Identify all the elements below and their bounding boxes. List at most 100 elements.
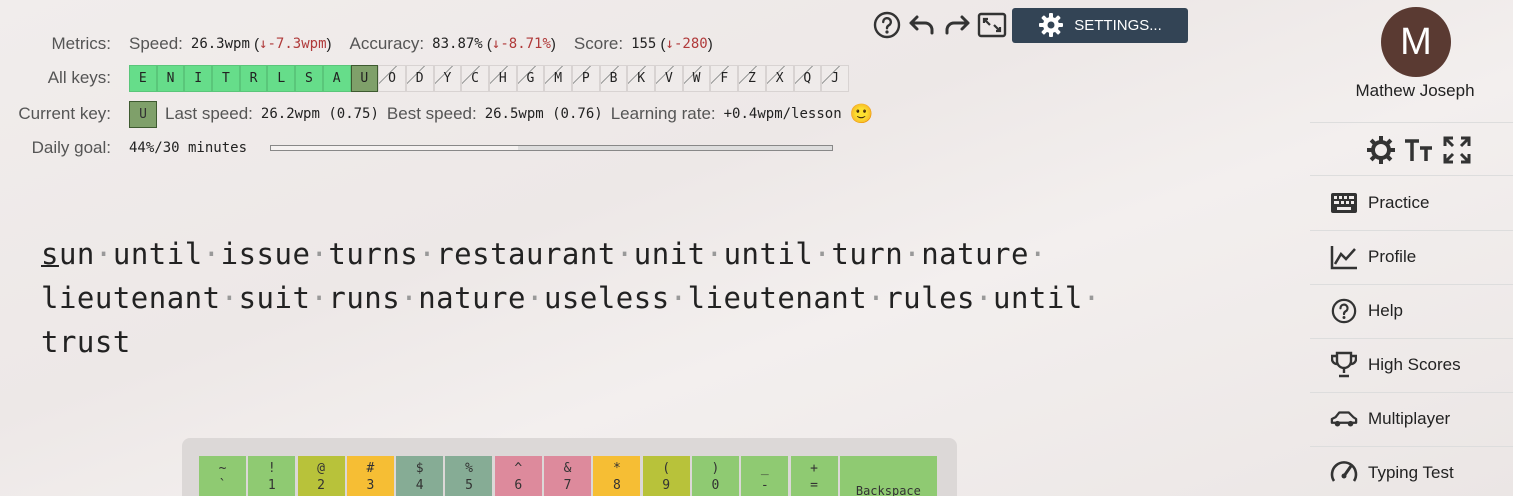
speed-metric: Speed: 26.3wpm (↓-7.3wpm) bbox=[129, 34, 332, 53]
key-symbol: - bbox=[760, 478, 769, 493]
space-marker: · bbox=[94, 237, 113, 271]
space-marker: · bbox=[525, 281, 544, 315]
key-m[interactable]: M bbox=[544, 64, 572, 92]
key-shift-symbol: ) bbox=[711, 461, 720, 476]
keyboard-key: $4 bbox=[396, 456, 444, 496]
lesson-word: turns bbox=[328, 237, 419, 271]
daily-goal-label: Daily goal: bbox=[31, 138, 111, 157]
all-keys-row: All keys: ENITRLSAUODYCHGMPBKVWFZXQJ bbox=[0, 64, 849, 92]
key-t[interactable]: T bbox=[212, 64, 240, 92]
nav-item-practice[interactable]: Practice bbox=[1310, 176, 1513, 230]
key-e[interactable]: E bbox=[129, 64, 157, 92]
key-symbol: 7 bbox=[563, 478, 572, 493]
lesson-word: suit bbox=[238, 281, 311, 315]
zoom-icon[interactable] bbox=[1441, 134, 1473, 166]
settings-button[interactable]: SETTINGS... bbox=[1012, 7, 1188, 43]
undo-icon[interactable] bbox=[905, 8, 939, 42]
key-d[interactable]: D bbox=[405, 64, 434, 92]
lesson-word: trust bbox=[41, 325, 131, 359]
nav-item-profile[interactable]: Profile bbox=[1310, 230, 1513, 284]
lesson-word: until bbox=[723, 237, 814, 271]
key-v[interactable]: V bbox=[655, 64, 683, 92]
current-key-row: Current key: U Last speed: 26.2wpm (0.75… bbox=[0, 100, 873, 128]
key-symbol: = bbox=[810, 478, 818, 493]
nav-item-high-scores[interactable]: High Scores bbox=[1310, 338, 1513, 392]
key-i[interactable]: I bbox=[184, 64, 213, 92]
gear-icon bbox=[1038, 12, 1064, 38]
metrics-label: Metrics: bbox=[51, 34, 112, 53]
key-f[interactable]: F bbox=[710, 64, 739, 92]
nav-item-help[interactable]: Help bbox=[1310, 284, 1513, 338]
space-marker: · bbox=[1082, 281, 1101, 315]
user-name[interactable]: Mathew Joseph bbox=[1310, 81, 1513, 101]
avatar[interactable]: M bbox=[1381, 7, 1451, 77]
speed-label: Speed: bbox=[129, 34, 183, 53]
space-marker: · bbox=[400, 281, 419, 315]
theme-icon[interactable] bbox=[1365, 134, 1397, 166]
lesson-word: issue bbox=[220, 237, 311, 271]
top-toolbar: SETTINGS... bbox=[870, 7, 1188, 43]
current-key-badge[interactable]: U bbox=[129, 100, 157, 128]
lesson-word: until bbox=[992, 281, 1083, 315]
key-n[interactable]: N bbox=[156, 64, 185, 92]
key-z[interactable]: Z bbox=[738, 64, 766, 92]
key-s[interactable]: S bbox=[295, 64, 323, 92]
keyboard-key: #3 bbox=[346, 456, 394, 496]
keyboard-key: ~ ` bbox=[199, 456, 246, 496]
key-shift-symbol: & bbox=[563, 461, 572, 476]
redo-icon[interactable] bbox=[940, 8, 974, 42]
divider bbox=[1310, 122, 1513, 123]
score-label: Score: bbox=[573, 34, 624, 53]
keyboard-key: + = bbox=[790, 456, 838, 496]
learning-rate-label: Learning rate: bbox=[610, 104, 716, 123]
lesson-text[interactable]: sun·until·issue·turns·restaurant·unit·un… bbox=[41, 232, 1121, 364]
key-shift-symbol: @ bbox=[317, 461, 325, 476]
key-y[interactable]: Y bbox=[433, 64, 462, 92]
key-symbol: 9 bbox=[662, 478, 671, 493]
fullscreen-icon[interactable] bbox=[975, 8, 1009, 42]
last-speed-label: Last speed: bbox=[165, 104, 253, 123]
key-x[interactable]: X bbox=[765, 64, 794, 92]
key-a[interactable]: A bbox=[322, 64, 351, 92]
key-k[interactable]: K bbox=[627, 64, 656, 92]
score-value: 155 bbox=[631, 36, 657, 52]
nav-item-label: Practice bbox=[1368, 193, 1430, 212]
key-q[interactable]: Q bbox=[793, 64, 822, 92]
key-w[interactable]: W bbox=[682, 64, 711, 92]
key-l[interactable]: L bbox=[267, 64, 296, 92]
key-h[interactable]: H bbox=[488, 64, 517, 92]
nav-item-multiplayer[interactable]: Multiplayer bbox=[1310, 392, 1513, 446]
key-j[interactable]: J bbox=[821, 64, 849, 92]
font-size-icon[interactable] bbox=[1403, 134, 1435, 166]
lesson-word: sun bbox=[41, 237, 95, 271]
key-c[interactable]: C bbox=[461, 64, 489, 92]
lesson-word: rules bbox=[885, 281, 976, 315]
key-shift-symbol: # bbox=[366, 461, 375, 476]
key-shift-symbol: _ bbox=[760, 461, 769, 476]
nav-item-label: Help bbox=[1368, 301, 1403, 320]
key-shift-symbol: ! bbox=[267, 461, 276, 476]
key-r[interactable]: R bbox=[239, 64, 268, 92]
keyboard-key: ^ 6 bbox=[494, 456, 542, 496]
lesson-word: lieutenant bbox=[687, 281, 868, 315]
learning-rate-value: +0.4wpm/lesson bbox=[723, 106, 842, 122]
last-speed-value: 26.2wpm (0.75) bbox=[260, 106, 379, 122]
key-u[interactable]: U bbox=[350, 64, 379, 92]
nav-item-typing-test[interactable]: Typing Test bbox=[1310, 446, 1513, 496]
space-marker: · bbox=[669, 281, 688, 315]
space-marker: · bbox=[310, 237, 329, 271]
key-p[interactable]: P bbox=[572, 64, 600, 92]
key-b[interactable]: B bbox=[599, 64, 628, 92]
space-marker: · bbox=[310, 281, 329, 315]
key-symbol: 4 bbox=[415, 478, 424, 493]
daily-goal-progress-fill bbox=[271, 146, 518, 150]
lesson-line: trust bbox=[41, 320, 1121, 364]
key-o[interactable]: O bbox=[378, 64, 406, 92]
space-marker: · bbox=[418, 237, 437, 271]
key-g[interactable]: G bbox=[516, 64, 545, 92]
help-icon[interactable] bbox=[870, 8, 904, 42]
current-key-label: Current key: bbox=[18, 104, 111, 123]
key-symbol: ` bbox=[218, 478, 227, 493]
key-symbol: 0 bbox=[711, 478, 720, 493]
key-shift-symbol: % bbox=[465, 461, 473, 476]
